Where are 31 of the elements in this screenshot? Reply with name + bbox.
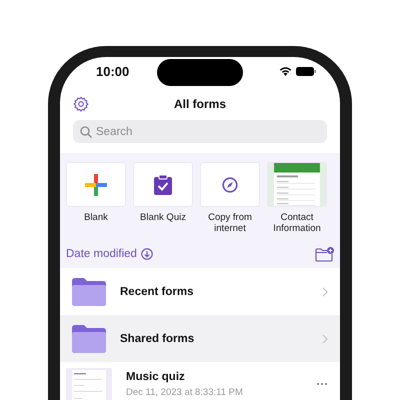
folder-row[interactable]: Shared forms (60, 315, 340, 362)
template-label: Blank Quiz (140, 212, 186, 223)
template-card[interactable] (66, 162, 126, 207)
arrow-down-circle-icon (140, 248, 153, 260)
template-label: Blank (84, 212, 108, 223)
wifi-icon (279, 66, 292, 76)
new-folder-icon[interactable] (315, 246, 334, 262)
chevron-right-icon (322, 334, 328, 344)
chevron-right-icon (322, 286, 328, 296)
template-label: Copy from internet (207, 212, 253, 234)
search-field[interactable]: Search (73, 120, 327, 143)
folder-icon (72, 278, 106, 306)
page-title: All forms (174, 97, 226, 111)
form-title: Music quiz (126, 371, 186, 383)
more-icon[interactable] (316, 382, 328, 386)
form-preview-drawing (273, 163, 321, 206)
settings-icon[interactable] (73, 96, 89, 112)
plus-icon (85, 174, 107, 196)
template-card[interactable] (200, 162, 260, 207)
folder-icon (72, 324, 106, 352)
clipboard-check-icon (154, 174, 172, 194)
sort-button[interactable]: Date modified (66, 248, 153, 260)
template-card[interactable] (133, 162, 193, 207)
battery-icon (296, 66, 316, 76)
folder-name: Shared forms (120, 332, 196, 344)
form-date: Dec 11, 2023 at 8:33:11 PM (126, 387, 244, 398)
folder-name: Recent forms (120, 286, 194, 298)
status-time: 10:00 (96, 64, 130, 78)
template-label: Contact Information (272, 212, 322, 234)
compass-icon (222, 176, 238, 192)
template-card[interactable] (267, 162, 327, 207)
